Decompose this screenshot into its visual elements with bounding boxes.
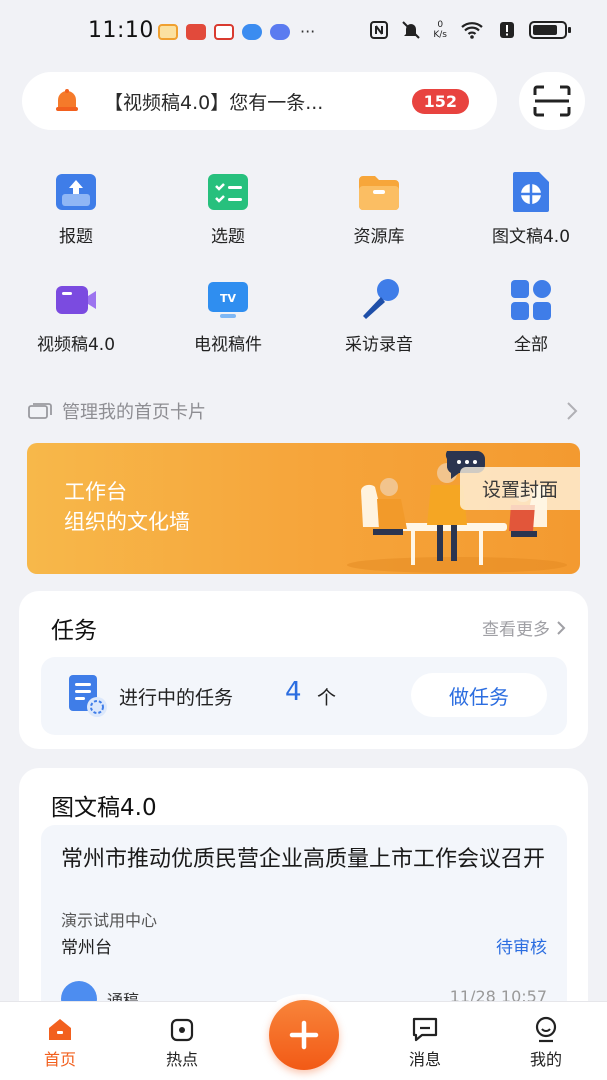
tv-icon: TV	[208, 282, 248, 318]
notification-text: 【视频稿4.0】您有一条...	[104, 91, 324, 114]
task-unit: 个	[317, 687, 337, 709]
svg-text:TV: TV	[220, 292, 237, 305]
message-icon	[412, 1017, 438, 1042]
more-dots-icon: ···	[300, 22, 316, 41]
video-camera-icon	[56, 286, 96, 314]
app-notification-icon	[186, 23, 206, 40]
create-button[interactable]	[269, 1000, 339, 1070]
wifi-icon	[461, 22, 483, 39]
do-task-button[interactable]: 做任务	[411, 673, 547, 717]
app-notification-icon	[214, 23, 234, 40]
grid-item-select-topic[interactable]: 选题	[152, 168, 304, 247]
apps-grid-icon	[511, 280, 551, 320]
task-card-title: 任务	[51, 618, 97, 644]
app-notification-icon	[242, 23, 262, 40]
home-icon	[49, 1019, 71, 1040]
grid-item-report-topic[interactable]: 报题	[0, 168, 152, 247]
set-cover-button[interactable]: 设置封面	[459, 467, 580, 510]
in-progress-task-row[interactable]: 进行中的任务 4 个 做任务	[41, 657, 567, 735]
tab-home[interactable]: 首页	[20, 1014, 100, 1070]
tab-messages[interactable]: 消息	[385, 1014, 465, 1070]
tab-hot[interactable]: 热点	[142, 1014, 222, 1070]
cards-icon	[28, 403, 52, 419]
manuscript-org: 演示试用中心	[61, 911, 158, 930]
manuscript-headline: 常州市推动优质民营企业高质量上市工作会议召开	[61, 847, 546, 872]
banner-title: 工作台	[64, 480, 127, 504]
bell-icon	[56, 89, 78, 111]
banner-subtitle: 组织的文化墙	[64, 510, 190, 534]
tab-mine[interactable]: 我的	[506, 1014, 586, 1070]
microphone-icon	[363, 279, 399, 319]
grid-item-interview-recording[interactable]: 采访录音	[303, 276, 455, 355]
in-progress-label: 进行中的任务	[119, 687, 234, 709]
scan-icon	[533, 85, 571, 117]
app-notification-icon	[158, 23, 178, 40]
image-text-card: 图文稿4.0 常州市推动优质民营企业高质量上市工作会议召开 演示试用中心 常州台…	[19, 768, 588, 1028]
grid-item-video-4[interactable]: 视频稿4.0	[0, 276, 152, 355]
unread-badge: 152	[411, 88, 469, 114]
grid-item-image-text-4[interactable]: 图文稿4.0	[455, 168, 607, 247]
chevron-right-icon	[557, 620, 566, 635]
upload-doc-icon	[56, 174, 96, 210]
profile-icon	[535, 1016, 557, 1043]
image-text-icon	[513, 172, 549, 212]
checklist-icon	[208, 174, 248, 210]
grid-item-tv-manuscript[interactable]: TV 电视稿件	[152, 276, 304, 355]
task-doc-icon	[69, 675, 107, 717]
notification-bar[interactable]: 【视频稿4.0】您有一条... 152	[22, 72, 497, 130]
manuscript-station: 常州台	[61, 938, 112, 958]
hot-icon	[170, 1018, 194, 1042]
nfc-icon	[370, 21, 389, 39]
chevron-right-icon	[567, 402, 578, 420]
status-bar: 11:10 ··· 0 K/s	[0, 0, 607, 64]
plus-icon	[289, 1020, 319, 1050]
mute-bell-icon	[402, 21, 421, 39]
grid-item-resource-library[interactable]: 资源库	[303, 168, 455, 247]
scan-button[interactable]	[519, 72, 585, 130]
notification-app-icons: ···	[158, 22, 315, 41]
battery-icon	[529, 21, 571, 39]
network-speed: 0 K/s	[433, 20, 447, 40]
task-count: 4	[285, 677, 302, 707]
manage-home-cards[interactable]: 管理我的首页卡片	[28, 396, 578, 426]
clock: 11:10	[88, 18, 154, 43]
folder-icon	[359, 176, 399, 210]
music-app-icon	[270, 23, 290, 40]
status-badge: 待审核	[496, 938, 547, 958]
image-text-card-title: 图文稿4.0	[51, 795, 157, 821]
grid-item-all[interactable]: 全部	[455, 276, 607, 355]
manage-cards-label: 管理我的首页卡片	[62, 402, 206, 423]
culture-wall-banner[interactable]: 工作台 组织的文化墙 设置封面	[27, 443, 580, 574]
task-card: 任务 查看更多 进行中的任务 4 个 做任务	[19, 591, 588, 749]
view-more-link[interactable]: 查看更多	[482, 615, 566, 640]
alert-icon	[500, 22, 514, 38]
